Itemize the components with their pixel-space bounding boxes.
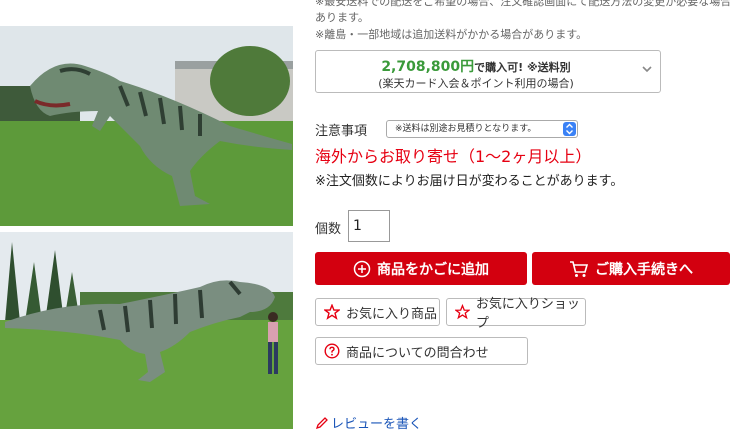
shipping-note: ※離島・一部地域は追加送料がかかる場合があります。	[315, 28, 588, 41]
shipping-note: ※最安送料での配送をご希望の場合、注文確認画面にて配送方法の変更が必要な場合が	[315, 0, 730, 8]
star-icon	[455, 304, 470, 320]
point-price-dropdown[interactable]: 2,708,800円で購入可! ※送料別 (楽天カード入会＆ポイント利用の場合)	[315, 50, 661, 93]
favorite-item-button[interactable]: お気に入り商品	[315, 298, 440, 326]
inquiry-label: 商品についての問合わせ	[346, 345, 489, 361]
caution-select-value: ※送料は別途お見積りとなります。	[395, 124, 537, 134]
add-to-cart-button[interactable]: 商品をかごに追加	[315, 252, 527, 285]
chevron-down-icon	[642, 66, 652, 73]
plus-circle-icon	[353, 260, 371, 277]
inquiry-button[interactable]: 商品についての問合わせ	[315, 337, 528, 365]
question-circle-icon	[324, 343, 340, 359]
caution-label: 注意事項	[315, 124, 368, 139]
favorite-shop-button[interactable]: お気に入りショップ	[446, 297, 586, 331]
point-price-amount: 2,708,800円	[381, 59, 475, 75]
quantity-input[interactable]: 1	[348, 210, 390, 242]
cart-icon	[570, 260, 589, 277]
product-photo-1[interactable]	[0, 26, 293, 226]
overseas-notice: 海外からお取り寄せ（1〜2ヶ月以上）	[315, 147, 592, 166]
checkout-label: ご購入手続きへ	[595, 261, 693, 278]
write-review-link[interactable]: レビューを書く	[315, 413, 422, 432]
star-icon	[324, 304, 340, 320]
product-photo-2[interactable]	[0, 232, 293, 429]
point-price-condition: (楽天カード入会＆ポイント利用の場合)	[378, 77, 574, 90]
point-price-suffix: で購入可! ※送料別	[474, 61, 571, 74]
favorite-item-label: お気に入り商品	[346, 306, 438, 322]
select-arrows-icon	[563, 122, 576, 136]
checkout-button[interactable]: ご購入手続きへ	[532, 252, 730, 285]
caution-select[interactable]: ※送料は別途お見積りとなります。	[386, 120, 578, 138]
shipping-note: あります。	[315, 11, 369, 24]
pencil-icon	[315, 416, 328, 429]
write-review-label: レビューを書く	[331, 417, 423, 432]
quantity-label: 個数	[315, 222, 342, 237]
order-note: ※注文個数によりお届け日が変わることがあります。	[315, 174, 624, 189]
point-price-line: 2,708,800円で購入可! ※送料別	[316, 56, 636, 76]
add-to-cart-label: 商品をかごに追加	[377, 261, 489, 278]
favorite-shop-label: お気に入りショップ	[475, 297, 580, 331]
